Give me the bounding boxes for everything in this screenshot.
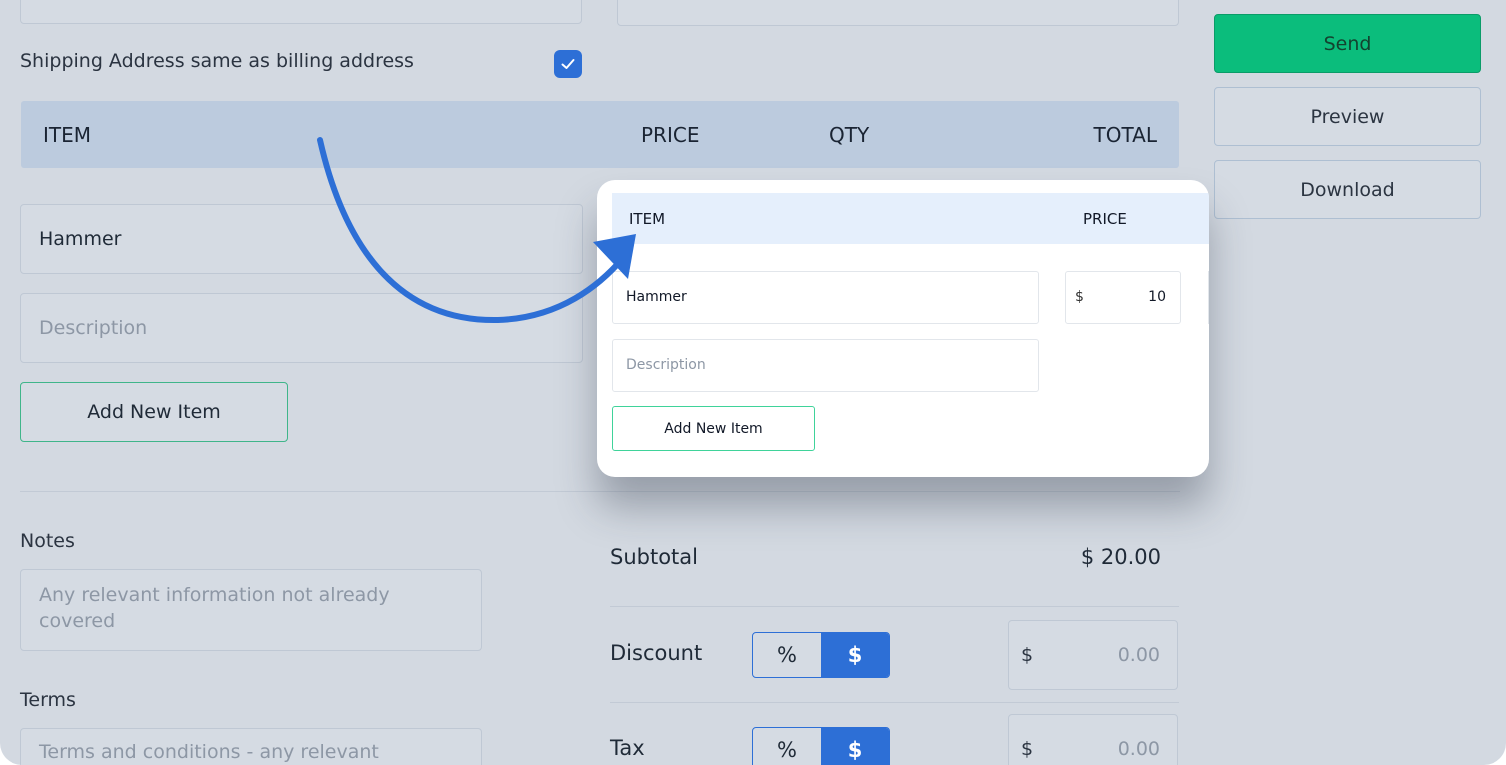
zoom-callout: ITEM PRICE Hammer $ 10 Description Add N… <box>597 180 1209 477</box>
tax-label: Tax <box>610 736 645 760</box>
item-description-input[interactable]: Description <box>20 293 583 363</box>
download-button[interactable]: Download <box>1214 160 1481 219</box>
add-new-item-button[interactable]: Add New Item <box>20 382 288 442</box>
notes-label: Notes <box>20 530 75 552</box>
section-divider <box>20 491 1180 492</box>
terms-placeholder: Terms and conditions - any relevant <box>39 741 379 763</box>
callout-column-item: ITEM <box>629 210 666 228</box>
callout-price-value: 10 <box>1148 289 1166 305</box>
tax-type-toggle[interactable]: % $ <box>752 727 890 765</box>
column-header-price: PRICE <box>641 123 700 147</box>
column-header-item: ITEM <box>43 123 92 147</box>
callout-price-currency: $ <box>1075 289 1084 305</box>
callout-description-input[interactable]: Description <box>612 339 1039 392</box>
top-field-right[interactable] <box>617 0 1179 26</box>
terms-label: Terms <box>20 689 76 711</box>
callout-add-new-item-button[interactable]: Add New Item <box>612 406 815 451</box>
item-name-input[interactable]: Hammer <box>20 204 583 274</box>
item-name-value: Hammer <box>39 228 122 250</box>
discount-label: Discount <box>610 641 703 665</box>
tax-dollar-option[interactable]: $ <box>821 728 889 765</box>
callout-column-price: PRICE <box>1083 210 1127 228</box>
callout-description-placeholder: Description <box>626 357 706 373</box>
subtotal-label: Subtotal <box>610 545 698 569</box>
shipping-same-checkbox[interactable] <box>554 50 582 78</box>
shipping-same-label: Shipping Address same as billing address <box>20 50 414 72</box>
totals-divider-2 <box>610 702 1179 703</box>
items-table-header: ITEM PRICE QTY TOTAL <box>21 101 1179 168</box>
totals-divider <box>610 606 1179 607</box>
tax-percent-option[interactable]: % <box>753 728 821 765</box>
terms-textarea[interactable]: Terms and conditions - any relevant <box>20 728 482 765</box>
notes-textarea[interactable]: Any relevant information not already cov… <box>20 569 482 651</box>
callout-price-input[interactable]: $ 10 <box>1065 271 1181 324</box>
callout-item-name-input[interactable]: Hammer <box>612 271 1039 324</box>
callout-table-header: ITEM PRICE <box>612 193 1209 244</box>
preview-button[interactable]: Preview <box>1214 87 1481 146</box>
column-header-total: TOTAL <box>1093 123 1157 147</box>
discount-amount-input[interactable]: $ 0.00 <box>1008 620 1178 690</box>
tax-value: 0.00 <box>1117 738 1160 760</box>
column-header-qty: QTY <box>829 123 870 147</box>
discount-percent-option[interactable]: % <box>753 633 821 677</box>
send-button[interactable]: Send <box>1214 14 1481 73</box>
top-field-left[interactable] <box>20 0 582 24</box>
notes-placeholder: Any relevant information not already cov… <box>39 584 390 632</box>
item-description-placeholder: Description <box>39 317 148 339</box>
discount-dollar-option[interactable]: $ <box>821 633 889 677</box>
tax-currency: $ <box>1021 738 1034 760</box>
discount-type-toggle[interactable]: % $ <box>752 632 890 678</box>
callout-next-field-edge <box>1208 271 1209 324</box>
tax-amount-input[interactable]: $ 0.00 <box>1008 714 1178 765</box>
invoice-editor: Shipping Address same as billing address… <box>0 0 1506 765</box>
checkmark-icon <box>561 59 575 69</box>
callout-item-name-value: Hammer <box>626 289 687 305</box>
discount-currency: $ <box>1021 644 1034 666</box>
discount-value: 0.00 <box>1117 644 1160 666</box>
subtotal-value: $ 20.00 <box>1080 545 1161 569</box>
